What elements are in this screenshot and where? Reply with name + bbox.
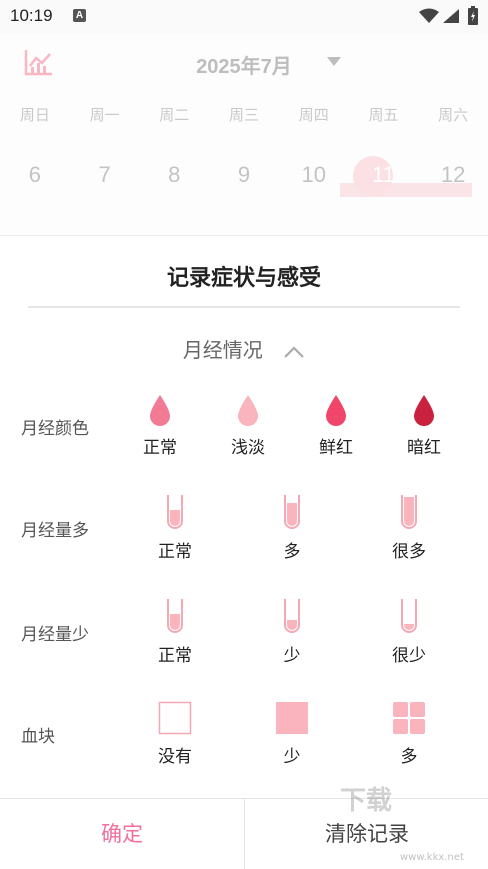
option-label: 少 bbox=[283, 646, 301, 666]
section-header[interactable]: 月经情况 bbox=[0, 334, 488, 363]
clot-option-few[interactable]: 少 bbox=[252, 701, 332, 767]
watermark: 下载 bbox=[340, 786, 393, 816]
clot-option-none[interactable]: 没有 bbox=[135, 701, 215, 767]
drop-icon bbox=[414, 395, 434, 426]
option-label: 多 bbox=[400, 747, 418, 767]
option-label: 暗红 bbox=[407, 438, 441, 458]
notification-a-icon: A bbox=[73, 9, 86, 22]
date-cell[interactable]: 6 bbox=[0, 162, 70, 188]
status-bar: 10:19 A bbox=[0, 0, 488, 34]
test-tube-icon bbox=[284, 599, 300, 633]
weekday: 周日 bbox=[19, 106, 50, 124]
calendar-background: 2025年7月 周日 周一 周二 周三 周四 周五 周六 6 7 8 9 10 … bbox=[0, 34, 488, 234]
date-cell[interactable]: 8 bbox=[139, 162, 209, 188]
weekday: 周四 bbox=[298, 106, 329, 124]
date-row: 6 7 8 9 10 11 12 bbox=[0, 162, 488, 188]
drop-icon bbox=[150, 395, 170, 426]
test-tube-icon bbox=[167, 599, 183, 633]
option-label: 鲜红 bbox=[319, 438, 353, 458]
row-label-light: 月经量少 bbox=[21, 625, 89, 645]
light-option-very-less[interactable]: 很少 bbox=[369, 598, 449, 666]
month-selector[interactable]: 2025年7月 bbox=[0, 50, 488, 79]
option-label: 很少 bbox=[392, 646, 426, 666]
option-label: 正常 bbox=[158, 542, 192, 562]
heavy-option-much-more[interactable]: 很多 bbox=[369, 494, 449, 562]
weekday: 周五 bbox=[368, 106, 399, 124]
clot-option-many[interactable]: 多 bbox=[369, 701, 449, 767]
section-title: 月经情况 bbox=[182, 338, 263, 362]
chevron-up-icon[interactable] bbox=[283, 345, 305, 359]
weekday-row: 周日 周一 周二 周三 周四 周五 周六 bbox=[0, 104, 488, 125]
option-label: 没有 bbox=[158, 747, 192, 767]
watermark-url: www.kkx.net bbox=[400, 852, 464, 863]
test-tube-icon bbox=[401, 599, 417, 633]
signal-icon bbox=[443, 9, 459, 23]
option-label: 正常 bbox=[143, 438, 177, 458]
divider bbox=[28, 306, 460, 308]
color-option-dark-red[interactable]: 暗红 bbox=[384, 394, 464, 458]
heavy-option-more[interactable]: 多 bbox=[252, 494, 332, 562]
date-cell-today[interactable]: 11 bbox=[349, 162, 419, 188]
weekday: 周三 bbox=[229, 106, 260, 124]
empty-square-icon bbox=[158, 701, 192, 735]
weekday: 周六 bbox=[438, 106, 469, 124]
test-tube-icon bbox=[167, 495, 183, 529]
date-cell[interactable]: 7 bbox=[70, 162, 140, 188]
option-label: 很多 bbox=[392, 542, 426, 562]
heavy-option-normal[interactable]: 正常 bbox=[135, 494, 215, 562]
test-tube-icon bbox=[284, 495, 300, 529]
row-label-color: 月经颜色 bbox=[21, 419, 89, 439]
drop-icon bbox=[326, 395, 346, 426]
sheet-title: 记录症状与感受 bbox=[166, 266, 321, 291]
grid-squares-icon bbox=[393, 702, 425, 734]
option-label: 少 bbox=[283, 747, 301, 767]
date-cell[interactable]: 12 bbox=[418, 162, 488, 188]
color-option-bright-red[interactable]: 鲜红 bbox=[296, 394, 376, 458]
option-label: 浅淡 bbox=[231, 438, 265, 458]
color-option-pale[interactable]: 浅淡 bbox=[208, 394, 288, 458]
dropdown-arrow-icon[interactable] bbox=[327, 57, 341, 66]
date-cell[interactable]: 10 bbox=[279, 162, 349, 188]
option-label: 多 bbox=[283, 542, 301, 562]
symptom-sheet: 记录症状与感受 月经情况 月经颜色 正常 浅淡 鲜红 暗红 月经量多 正常 多 … bbox=[0, 235, 488, 869]
confirm-button[interactable]: 确定 bbox=[0, 799, 244, 869]
weekday: 周一 bbox=[89, 106, 120, 124]
battery-icon bbox=[468, 6, 478, 25]
option-label: 正常 bbox=[158, 646, 192, 666]
row-label-clot: 血块 bbox=[21, 727, 55, 747]
drop-icon bbox=[238, 395, 258, 426]
date-cell[interactable]: 9 bbox=[209, 162, 279, 188]
filled-square-icon bbox=[276, 702, 308, 734]
light-option-normal[interactable]: 正常 bbox=[135, 598, 215, 666]
status-time: 10:19 bbox=[10, 6, 53, 25]
light-option-less[interactable]: 少 bbox=[252, 598, 332, 666]
wifi-icon bbox=[419, 8, 439, 23]
test-tube-icon bbox=[401, 495, 417, 529]
weekday: 周二 bbox=[159, 106, 190, 124]
row-label-heavy: 月经量多 bbox=[21, 521, 89, 541]
color-option-normal[interactable]: 正常 bbox=[120, 394, 200, 458]
